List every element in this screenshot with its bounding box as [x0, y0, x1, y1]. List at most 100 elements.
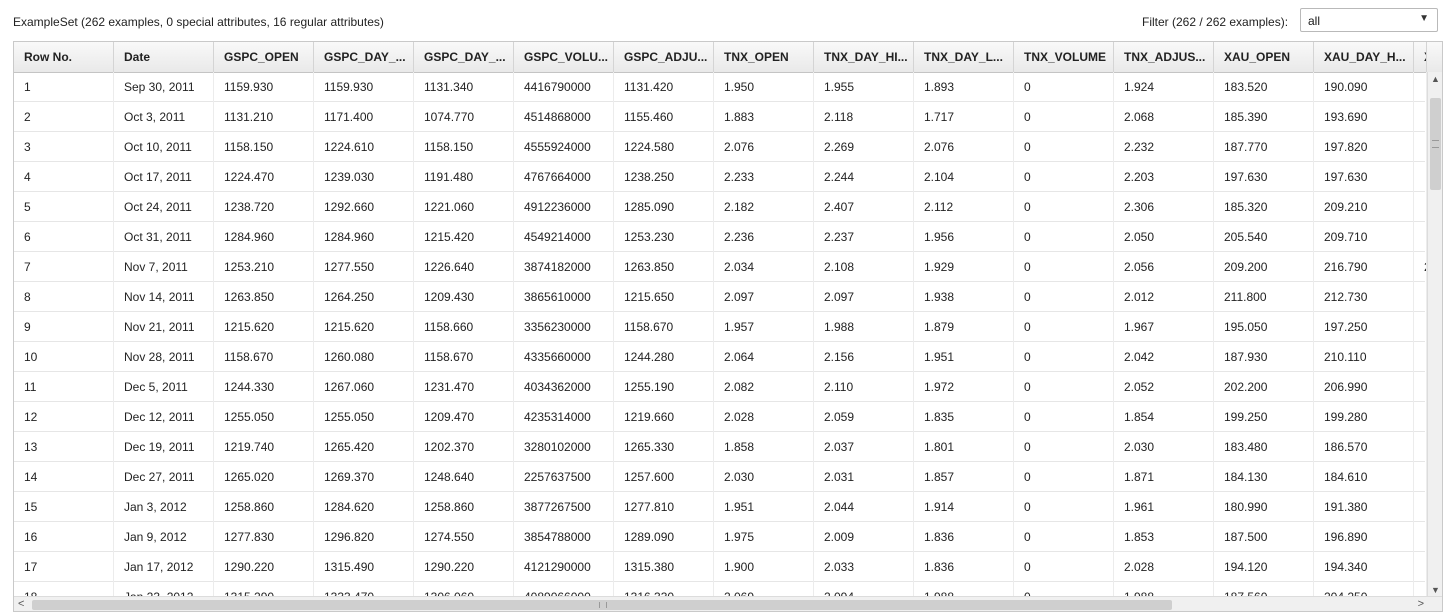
table-cell: 1131.420 — [614, 72, 714, 102]
table-cell: 1238.250 — [614, 162, 714, 192]
table-cell: 1.950 — [714, 72, 814, 102]
column-header[interactable]: XAU_DAY_H... — [1314, 42, 1414, 72]
table-cell: 1289.090 — [614, 522, 714, 552]
horizontal-scrollbar[interactable]: < > — [14, 596, 1442, 611]
table-cell: 17 — [14, 552, 114, 582]
table-row[interactable]: 6 Oct 31, 2011 1284.960 1284.960 1215.420 454… — [14, 222, 1427, 252]
table-cell: 1131.340 — [414, 72, 514, 102]
table-cell: 2.068 — [1114, 102, 1214, 132]
column-header[interactable]: X — [1414, 42, 1427, 72]
table-cell: 2.031 — [814, 462, 914, 492]
scroll-left-icon[interactable]: < — [18, 598, 24, 610]
table-cell — [1414, 222, 1427, 252]
table-row[interactable]: 5 Oct 24, 2011 1238.720 1292.660 1221.060 491… — [14, 192, 1427, 222]
column-header[interactable]: GSPC_DAY_... — [414, 42, 514, 72]
table-cell: 1248.640 — [414, 462, 514, 492]
table-cell — [1414, 372, 1427, 402]
filter-dropdown[interactable]: all ▼ — [1300, 8, 1438, 32]
table-cell: 1290.220 — [214, 552, 314, 582]
table-cell: 15 — [14, 492, 114, 522]
table-cell: 14 — [14, 462, 114, 492]
table-cell: Oct 24, 2011 — [114, 192, 214, 222]
table-cell: 6 — [14, 222, 114, 252]
table-cell: 4514868000 — [514, 102, 614, 132]
column-header[interactable]: TNX_OPEN — [714, 42, 814, 72]
table-row[interactable]: 10 Nov 28, 2011 1158.670 1260.080 1158.670 43… — [14, 342, 1427, 372]
filter-selected-value: all — [1308, 14, 1321, 28]
table-cell: 2257637500 — [514, 462, 614, 492]
table-cell: 1.951 — [914, 342, 1014, 372]
horizontal-scroll-thumb[interactable] — [32, 600, 1172, 610]
table-cell: 0 — [1014, 552, 1114, 582]
table-cell: 199.280 — [1314, 402, 1414, 432]
table-cell — [1414, 492, 1427, 522]
table-cell: 1284.960 — [314, 222, 414, 252]
table-cell: 1292.660 — [314, 192, 414, 222]
table-row[interactable]: 9 Nov 21, 2011 1215.620 1215.620 1158.660 335… — [14, 312, 1427, 342]
scroll-right-icon[interactable]: > — [1418, 598, 1424, 610]
table-row[interactable]: 3 Oct 10, 2011 1158.150 1224.610 1158.150 455… — [14, 132, 1427, 162]
vertical-scrollbar[interactable]: ▲ ▼ — [1427, 72, 1442, 596]
table-cell: 197.820 — [1314, 132, 1414, 162]
table-cell: 2.050 — [1114, 222, 1214, 252]
table-cell: 2.009 — [814, 522, 914, 552]
table-row[interactable]: 7 Nov 7, 2011 1253.210 1277.550 1226.640 3874… — [14, 252, 1427, 282]
table-cell: 2.034 — [714, 252, 814, 282]
column-header[interactable]: GSPC_VOLU... — [514, 42, 614, 72]
table-cell: 2.076 — [914, 132, 1014, 162]
table-cell: 1.879 — [914, 312, 1014, 342]
table-cell: 10 — [14, 342, 114, 372]
column-header[interactable]: XAU_OPEN — [1214, 42, 1314, 72]
table-row[interactable]: 8 Nov 14, 2011 1263.850 1264.250 1209.430 386… — [14, 282, 1427, 312]
table-row[interactable]: 12 Dec 12, 2011 1255.050 1255.050 1209.470 42… — [14, 402, 1427, 432]
table-cell — [1414, 462, 1427, 492]
table-cell: Dec 27, 2011 — [114, 462, 214, 492]
vertical-scroll-thumb[interactable] — [1430, 98, 1441, 190]
table-row[interactable]: 4 Oct 17, 2011 1224.470 1239.030 1191.480 476… — [14, 162, 1427, 192]
toolbar: ExampleSet (262 examples, 0 special attr… — [0, 0, 1451, 42]
column-header[interactable]: TNX_ADJUS... — [1114, 42, 1214, 72]
column-header[interactable]: GSPC_DAY_... — [314, 42, 414, 72]
table-cell: 1.951 — [714, 492, 814, 522]
table-row[interactable]: 17 Jan 17, 2012 1290.220 1315.490 1290.220 41… — [14, 552, 1427, 582]
table-cell: 1231.470 — [414, 372, 514, 402]
table-row[interactable]: 13 Dec 19, 2011 1219.740 1265.420 1202.370 32… — [14, 432, 1427, 462]
table-cell: 1155.460 — [614, 102, 714, 132]
table-cell: 2.044 — [814, 492, 914, 522]
table-row[interactable]: 1 Sep 30, 2011 1159.930 1159.930 1131.340 441… — [14, 72, 1427, 102]
column-header[interactable]: Row No. — [14, 42, 114, 72]
filter-label: Filter (262 / 262 examples): — [1142, 15, 1289, 29]
column-header[interactable]: TNX_VOLUME — [1014, 42, 1114, 72]
column-header[interactable]: GSPC_OPEN — [214, 42, 314, 72]
table-row[interactable]: 2 Oct 3, 2011 1131.210 1171.400 1074.770 4514… — [14, 102, 1427, 132]
table-cell: 3877267500 — [514, 492, 614, 522]
table-cell: 2.269 — [814, 132, 914, 162]
table-cell: 1171.400 — [314, 102, 414, 132]
table-cell: 1215.650 — [614, 282, 714, 312]
column-header[interactable]: TNX_DAY_L... — [914, 42, 1014, 72]
scroll-up-icon[interactable]: ▲ — [1431, 74, 1440, 84]
table-cell: 1158.660 — [414, 312, 514, 342]
table-row[interactable]: 11 Dec 5, 2011 1244.330 1267.060 1231.470 403… — [14, 372, 1427, 402]
table-cell: 2.064 — [714, 342, 814, 372]
scroll-down-icon[interactable]: ▼ — [1431, 585, 1440, 595]
exampleset-summary: ExampleSet (262 examples, 0 special attr… — [13, 15, 384, 29]
table-cell: 1224.610 — [314, 132, 414, 162]
table-row[interactable]: 14 Dec 27, 2011 1265.020 1269.370 1248.640 22… — [14, 462, 1427, 492]
table-cell: 193.690 — [1314, 102, 1414, 132]
table-cell: 0 — [1014, 312, 1114, 342]
column-header[interactable]: TNX_DAY_HI... — [814, 42, 914, 72]
table-cell: 2.237 — [814, 222, 914, 252]
table-row[interactable]: 16 Jan 9, 2012 1277.830 1296.820 1274.550 385… — [14, 522, 1427, 552]
table-row[interactable]: 15 Jan 3, 2012 1258.860 1284.620 1258.860 387… — [14, 492, 1427, 522]
table-cell — [1414, 432, 1427, 462]
table-cell: 209.200 — [1214, 252, 1314, 282]
column-header[interactable]: GSPC_ADJU... — [614, 42, 714, 72]
table-cell: 1315.490 — [314, 552, 414, 582]
table-cell: 197.630 — [1314, 162, 1414, 192]
table-cell: 1215.620 — [214, 312, 314, 342]
table-cell — [1414, 312, 1427, 342]
table-cell: 2.182 — [714, 192, 814, 222]
table-cell: 1.717 — [914, 102, 1014, 132]
column-header[interactable]: Date — [114, 42, 214, 72]
